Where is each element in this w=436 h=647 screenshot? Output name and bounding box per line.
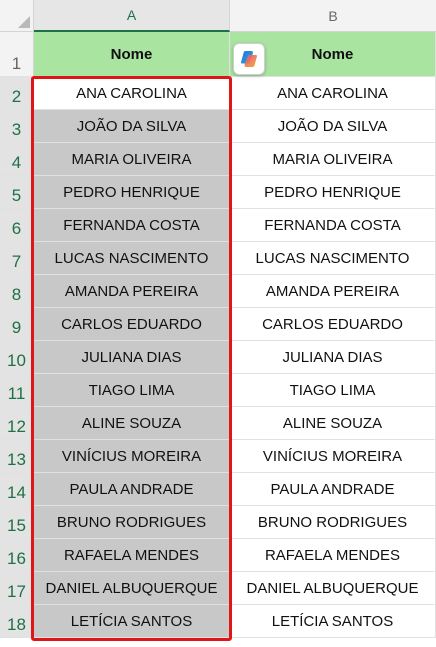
row-header[interactable]: 15 <box>0 506 34 539</box>
table-cell[interactable]: VINÍCIUS MOREIRA <box>34 440 230 473</box>
table-cell[interactable]: RAFAELA MENDES <box>34 539 230 572</box>
row-header[interactable]: 4 <box>0 143 34 176</box>
table-cell[interactable]: FERNANDA COSTA <box>34 209 230 242</box>
select-all-triangle-icon <box>18 16 30 28</box>
column-header-b[interactable]: B <box>230 0 436 32</box>
table-cell[interactable]: BRUNO RODRIGUES <box>34 506 230 539</box>
table-cell[interactable]: VINÍCIUS MOREIRA <box>230 440 436 473</box>
select-all-corner[interactable] <box>0 0 34 32</box>
row-header[interactable]: 2 <box>0 77 34 110</box>
table-cell[interactable]: JULIANA DIAS <box>230 341 436 374</box>
row-header[interactable]: 7 <box>0 242 34 275</box>
table-cell[interactable]: PEDRO HENRIQUE <box>230 176 436 209</box>
row-header[interactable]: 1 <box>0 32 34 77</box>
table-cell[interactable]: ALINE SOUZA <box>34 407 230 440</box>
row-header[interactable]: 13 <box>0 440 34 473</box>
row-header[interactable]: 17 <box>0 572 34 605</box>
row-header[interactable]: 12 <box>0 407 34 440</box>
table-cell[interactable]: DANIEL ALBUQUERQUE <box>34 572 230 605</box>
table-cell[interactable]: JOÃO DA SILVA <box>230 110 436 143</box>
row-header[interactable]: 5 <box>0 176 34 209</box>
table-cell[interactable]: AMANDA PEREIRA <box>230 275 436 308</box>
table-cell[interactable]: MARIA OLIVEIRA <box>34 143 230 176</box>
table-cell[interactable]: LETÍCIA SANTOS <box>230 605 436 638</box>
table-cell[interactable]: ANA CAROLINA <box>230 77 436 110</box>
row-header[interactable]: 16 <box>0 539 34 572</box>
table-cell[interactable]: CARLOS EDUARDO <box>230 308 436 341</box>
table-cell[interactable]: LETÍCIA SANTOS <box>34 605 230 638</box>
table-cell[interactable]: FERNANDA COSTA <box>230 209 436 242</box>
row-header[interactable]: 10 <box>0 341 34 374</box>
header-cell-a[interactable]: Nome <box>34 32 230 77</box>
row-header[interactable]: 8 <box>0 275 34 308</box>
table-cell[interactable]: BRUNO RODRIGUES <box>230 506 436 539</box>
table-cell[interactable]: DANIEL ALBUQUERQUE <box>230 572 436 605</box>
row-header[interactable]: 18 <box>0 605 34 638</box>
table-cell[interactable]: LUCAS NASCIMENTO <box>230 242 436 275</box>
table-cell[interactable]: JOÃO DA SILVA <box>34 110 230 143</box>
table-cell[interactable]: AMANDA PEREIRA <box>34 275 230 308</box>
table-cell[interactable]: RAFAELA MENDES <box>230 539 436 572</box>
table-cell[interactable]: ALINE SOUZA <box>230 407 436 440</box>
table-cell[interactable]: CARLOS EDUARDO <box>34 308 230 341</box>
row-header[interactable]: 14 <box>0 473 34 506</box>
table-cell[interactable]: TIAGO LIMA <box>230 374 436 407</box>
table-cell[interactable]: PAULA ANDRADE <box>34 473 230 506</box>
row-header[interactable]: 6 <box>0 209 34 242</box>
row-header[interactable]: 3 <box>0 110 34 143</box>
row-header[interactable]: 9 <box>0 308 34 341</box>
spreadsheet: A B 1 Nome Nome 2 ANA CAROLINA ANA CAROLINA 3 J… <box>0 0 436 647</box>
copilot-icon <box>240 51 258 68</box>
column-header-a[interactable]: A <box>34 0 230 32</box>
table-cell[interactable]: PAULA ANDRADE <box>230 473 436 506</box>
table-cell[interactable]: PEDRO HENRIQUE <box>34 176 230 209</box>
active-cell[interactable]: ANA CAROLINA <box>34 77 230 110</box>
table-cell[interactable]: MARIA OLIVEIRA <box>230 143 436 176</box>
copilot-button[interactable] <box>233 43 265 75</box>
row-header[interactable]: 11 <box>0 374 34 407</box>
table-cell[interactable]: TIAGO LIMA <box>34 374 230 407</box>
table-cell[interactable]: LUCAS NASCIMENTO <box>34 242 230 275</box>
table-cell[interactable]: JULIANA DIAS <box>34 341 230 374</box>
